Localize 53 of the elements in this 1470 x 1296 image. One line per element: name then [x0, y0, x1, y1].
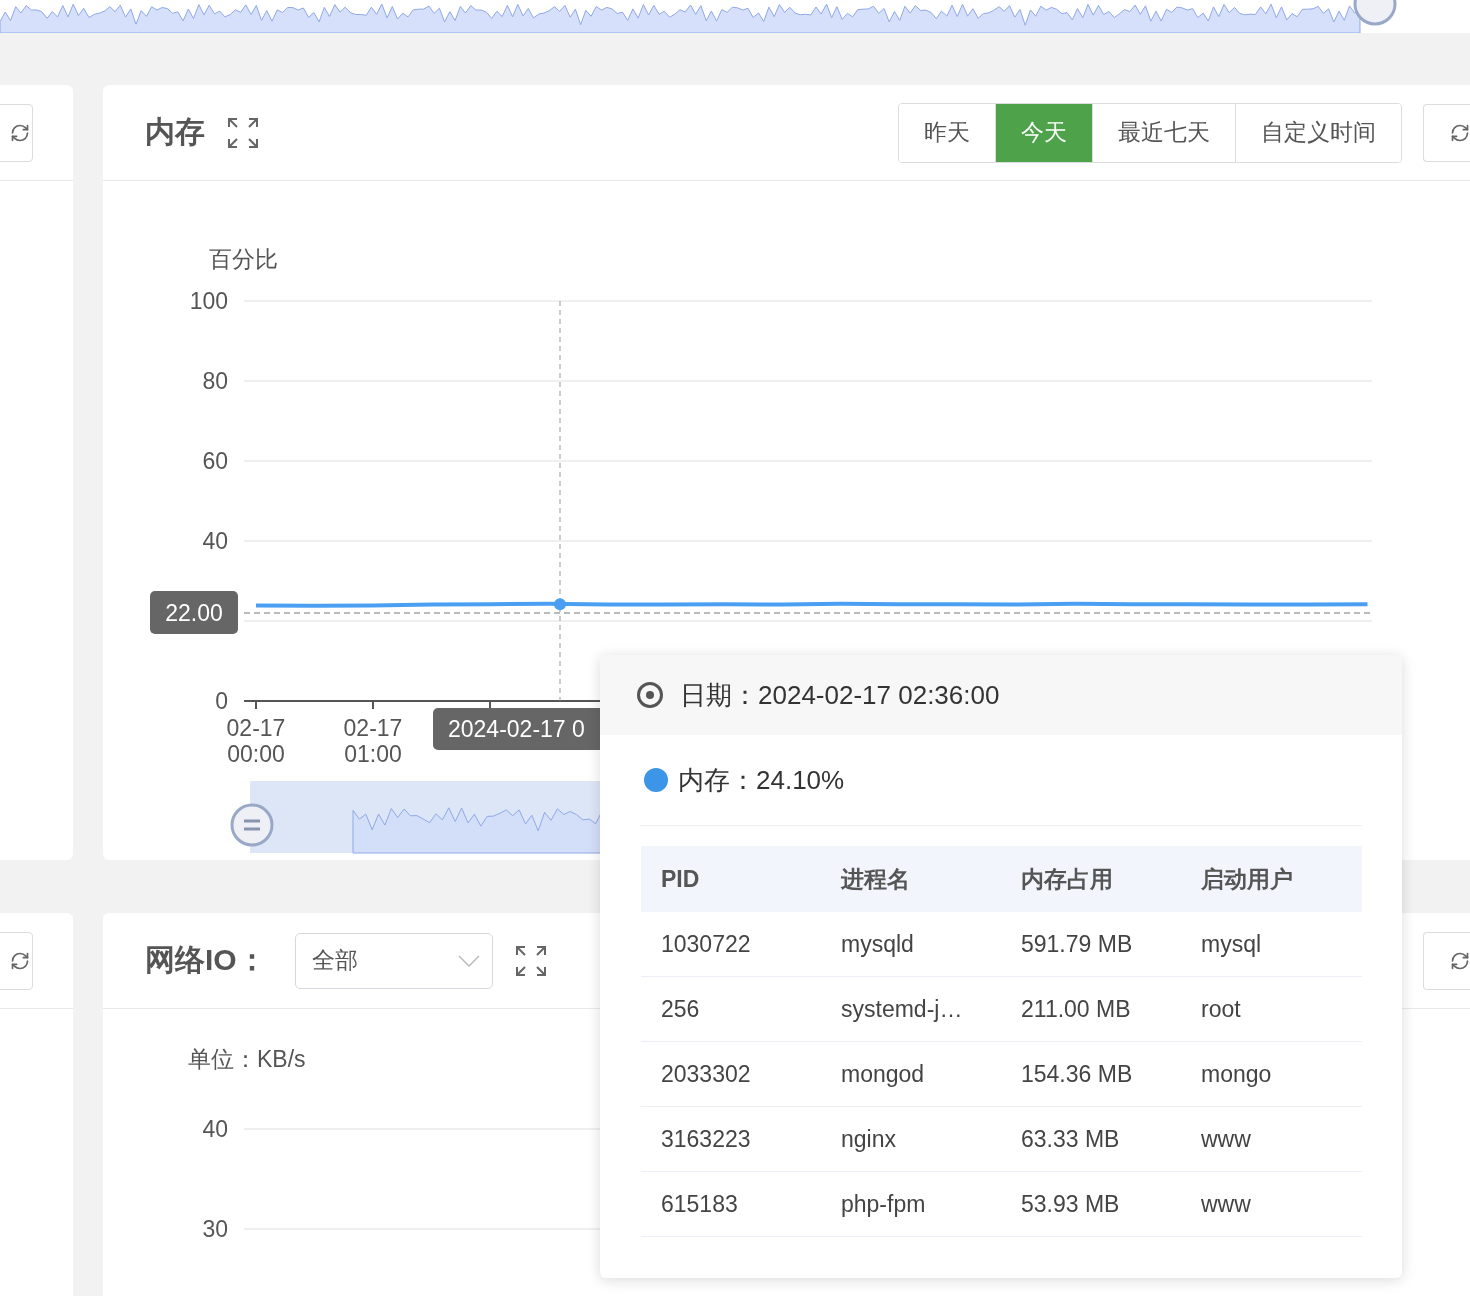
refresh-icon [1450, 122, 1470, 143]
table-cell-text: 256 [661, 995, 701, 1023]
column-header: PID [661, 865, 701, 893]
table-cell-text: 2033302 [661, 1060, 752, 1088]
series-dot [644, 768, 668, 792]
table-cell-text: www [1201, 1125, 1252, 1153]
y-pointer-label: 22.00 [150, 591, 238, 634]
table-cell-text: mysql [1201, 930, 1263, 958]
panel-title: 内存 [145, 114, 205, 150]
y-tick-label: 0 [215, 688, 228, 714]
y-tick-label: 40 [202, 1116, 228, 1142]
table-cell-text: 615183 [661, 1190, 739, 1218]
column-header: 启动用户 [1201, 864, 1294, 894]
table-cell-text: root [1201, 995, 1242, 1023]
panel-title: 网络IO： [145, 942, 267, 978]
tooltip-date: 日期：2024-02-17 02:36:00 [680, 678, 1000, 712]
table-cell-text: 154.36 MB [1021, 1060, 1134, 1088]
y-tick-label: 60 [202, 448, 228, 474]
y-tick-label: 30 [202, 1216, 228, 1242]
table-cell-text: systemd-j… [841, 995, 964, 1023]
range-tab[interactable]: 自定义时间 [1235, 103, 1401, 162]
table-cell-text: mysqld [841, 930, 915, 958]
table-cell-text: php-fpm [841, 1190, 927, 1218]
fullscreen-icon[interactable] [227, 116, 259, 149]
fullscreen-icon[interactable] [514, 944, 547, 977]
x-tick-label: 02-17 00:00 [226, 715, 286, 767]
table-cell-text: 591.79 MB [1021, 930, 1134, 958]
table-cell-text: 1030722 [661, 930, 752, 958]
series-value: 内存：24.10% [678, 763, 845, 797]
table-cell-text: nginx [841, 1125, 897, 1153]
table-cell-text: 53.93 MB [1021, 1190, 1121, 1218]
unit-label: 单位：KB/s [188, 1046, 306, 1072]
y-axis-title: 百分比 [209, 246, 278, 272]
ref-line-label: 22.00 [165, 600, 223, 626]
y-tick-label: 40 [202, 528, 228, 554]
table-cell-text: mongod [841, 1060, 926, 1088]
column-header: 进程名 [841, 864, 911, 894]
data-point-marker [554, 598, 566, 611]
chevron-down-icon [457, 954, 480, 967]
table-cell-text: 3163223 [661, 1125, 752, 1153]
interface-select[interactable]: 全部 [294, 932, 493, 989]
column-header: 内存占用 [1021, 864, 1114, 894]
y-tick-label: 80 [202, 368, 228, 394]
table-cell-text: mongo [1201, 1060, 1273, 1088]
refresh-icon [1450, 950, 1470, 971]
table-cell-text: www [1201, 1190, 1252, 1218]
refresh-icon [10, 950, 30, 971]
y-tick-label: 100 [189, 288, 228, 314]
refresh-icon [10, 122, 30, 143]
table-cell-text: 211.00 MB [1021, 995, 1132, 1023]
target-icon [636, 681, 664, 709]
table-cell-text: 63.33 MB [1021, 1125, 1121, 1153]
x-tick-label: 02-17 01:00 [343, 715, 403, 767]
